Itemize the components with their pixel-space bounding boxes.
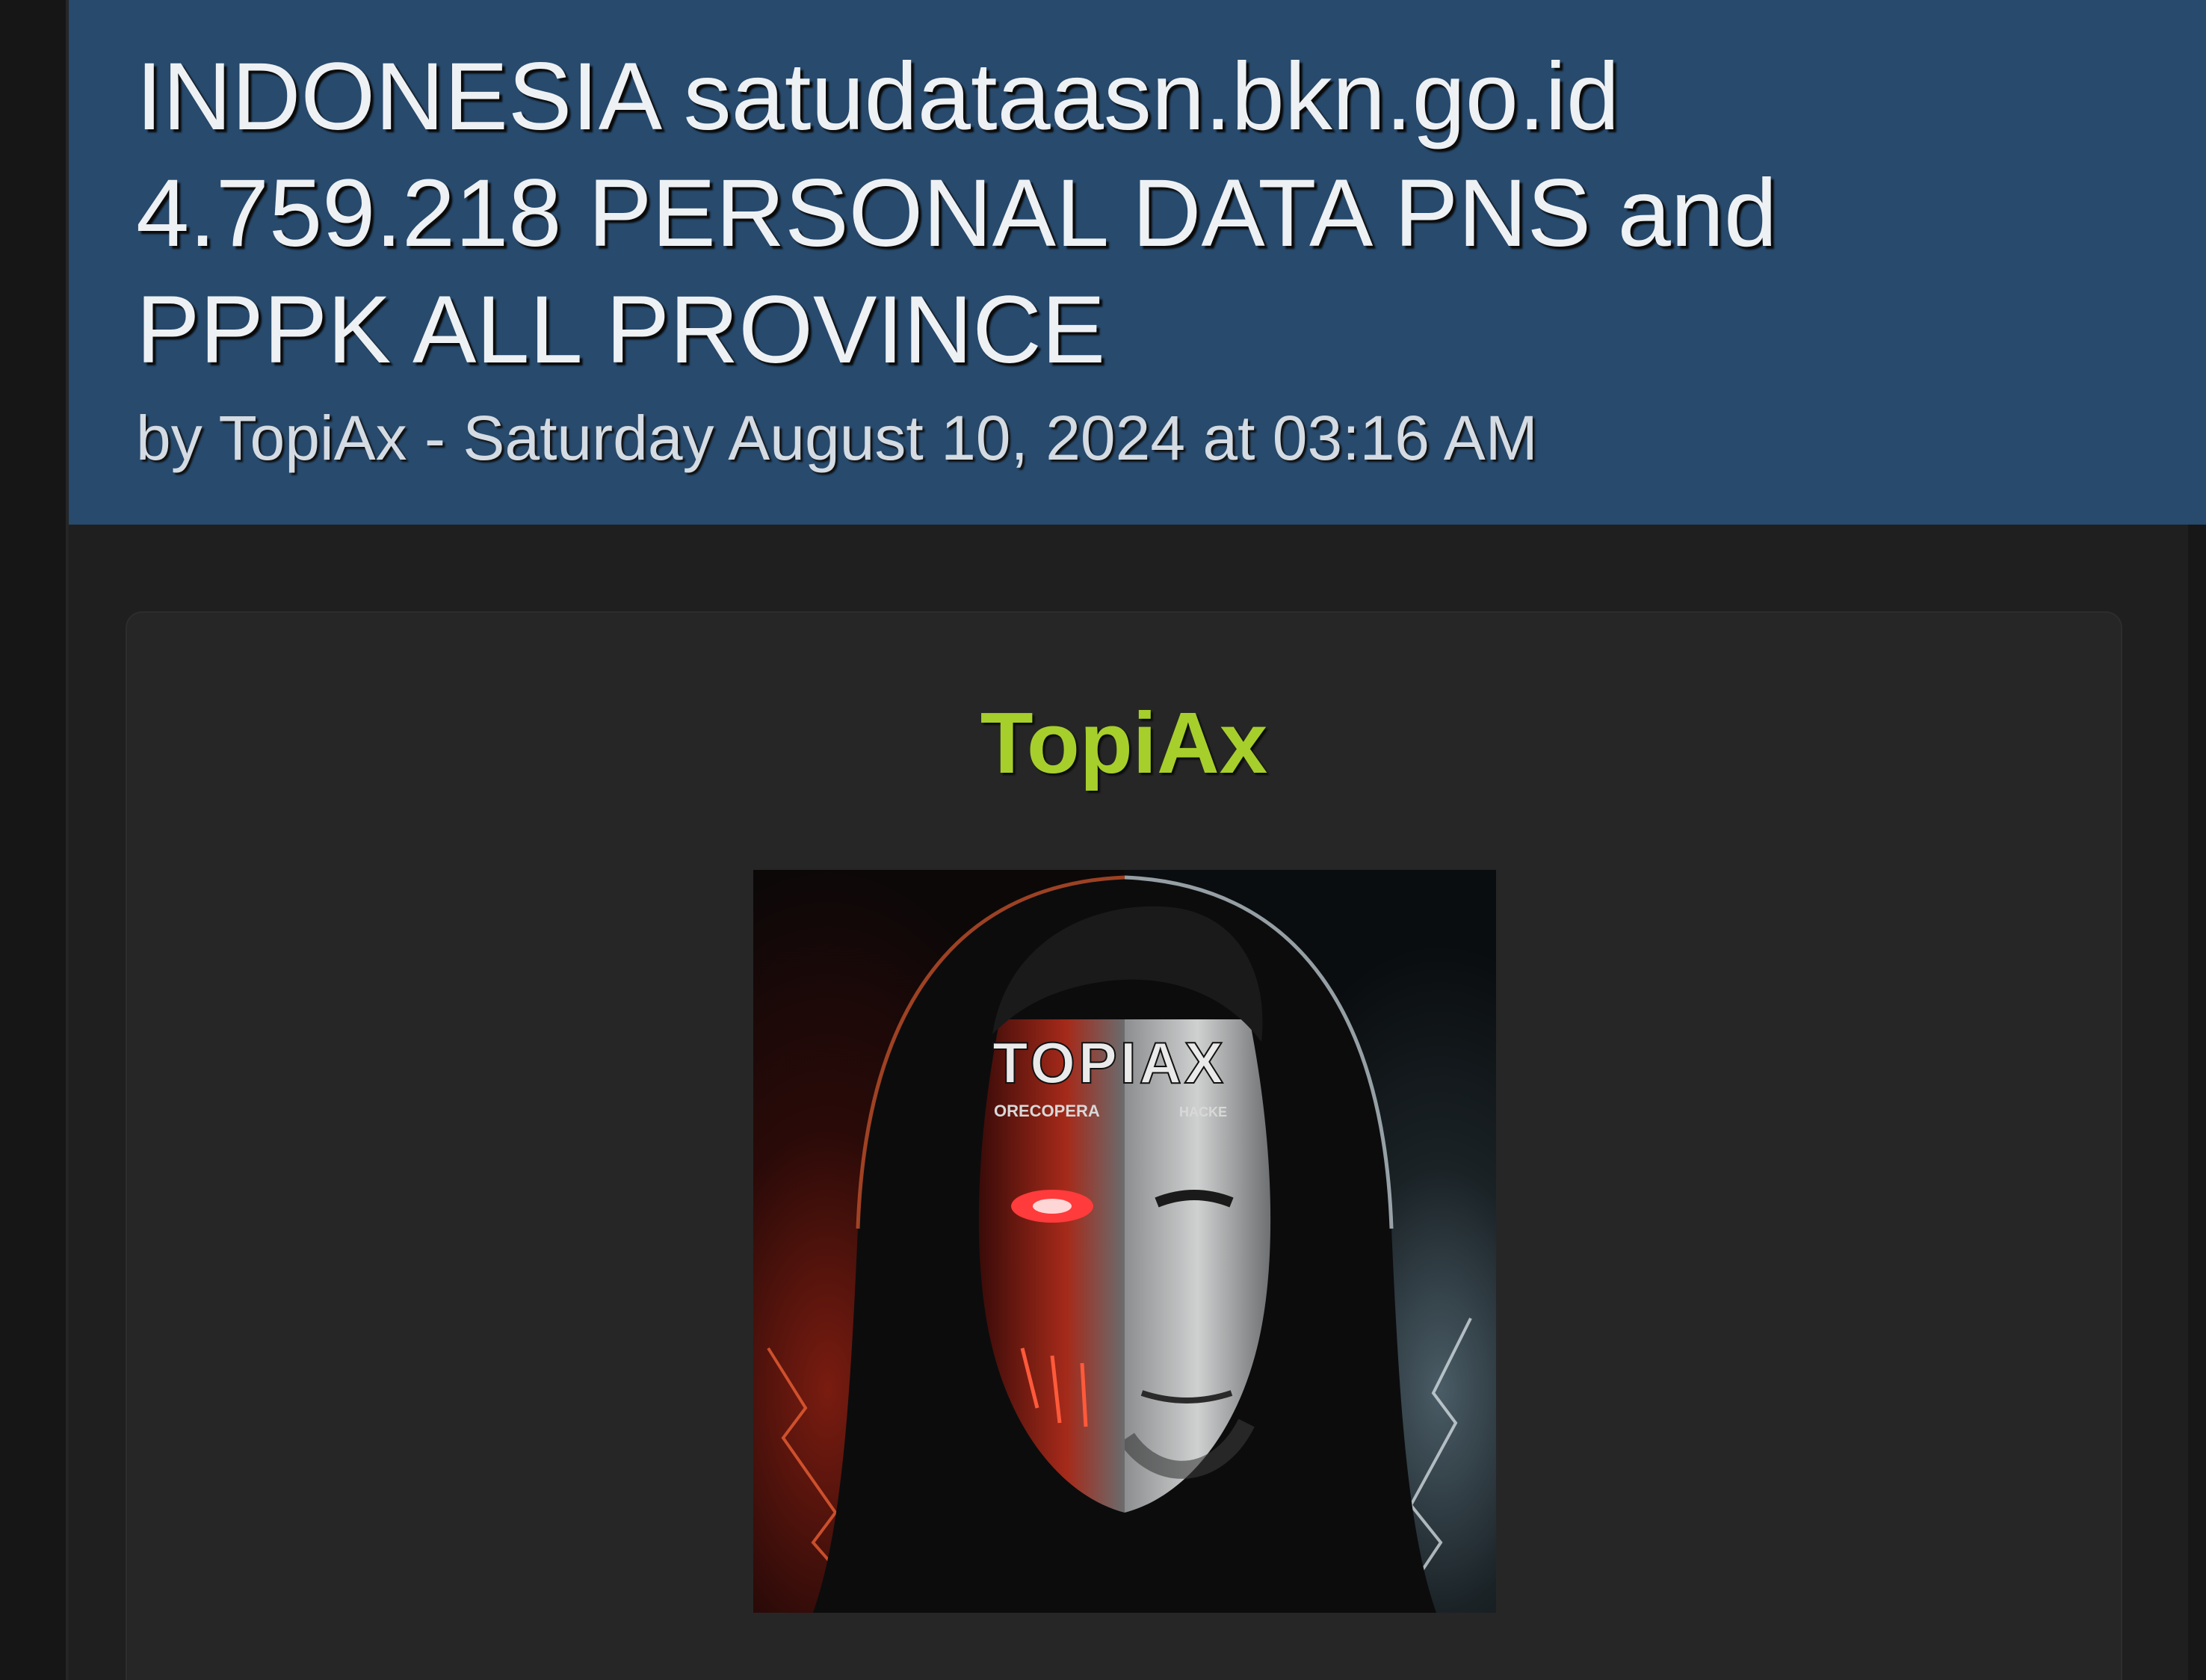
thread-title-line-1: INDONESIA satudataasn.bkn.go.id	[136, 43, 1620, 150]
author-prefix: by	[136, 403, 219, 473]
hooded-hacker-avatar-icon[interactable]: TOPIAX ORECOPERA HACKE	[753, 870, 1496, 1613]
thread-title-line-3: PPPK ALL PROVINCE	[136, 277, 1106, 383]
avatar-subtext-right: HACKE	[1179, 1105, 1227, 1120]
post-author-card: TopiAx TOPIAX ORECOPERA HACKE	[126, 611, 2122, 1680]
thread-title: INDONESIA satudataasn.bkn.go.id 4.759.21…	[136, 39, 2004, 389]
left-rail	[0, 0, 69, 1680]
date-separator: -	[407, 403, 463, 473]
thread-date: Saturday August 10, 2024 at 03:16 AM	[463, 403, 1538, 473]
forum-thread-page: INDONESIA satudataasn.bkn.go.id 4.759.21…	[0, 0, 2206, 1680]
avatar-image: TOPIAX ORECOPERA HACKE	[753, 870, 1496, 1613]
post-author-name[interactable]: TopiAx	[127, 691, 2121, 795]
thread-title-line-2: 4.759.218 PERSONAL DATA PNS and	[136, 160, 1778, 267]
avatar-logo-text: TOPIAX	[992, 1030, 1226, 1096]
thread-meta: by TopiAx - Saturday August 10, 2024 at …	[136, 401, 2206, 475]
avatar-subtext-left: ORECOPERA	[994, 1102, 1100, 1120]
thread-header: INDONESIA satudataasn.bkn.go.id 4.759.21…	[69, 0, 2206, 525]
thread-author-link[interactable]: TopiAx	[219, 403, 407, 473]
